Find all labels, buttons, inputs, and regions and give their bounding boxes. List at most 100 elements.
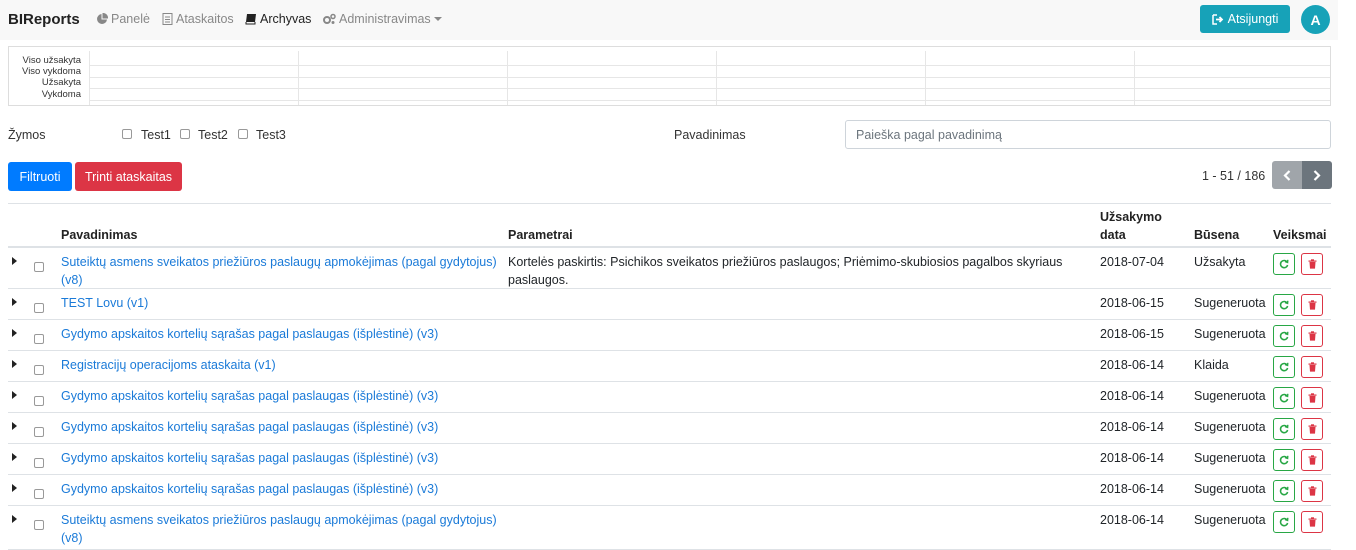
report-name-link[interactable]: Suteiktų asmens sveikatos priežiūros pas… bbox=[61, 511, 501, 547]
tag-checkbox-test2[interactable] bbox=[180, 129, 190, 139]
expand-row-icon[interactable] bbox=[12, 453, 17, 461]
chevron-right-icon bbox=[1313, 169, 1321, 181]
expand-row-icon[interactable] bbox=[12, 360, 17, 368]
expand-row-icon[interactable] bbox=[12, 422, 17, 430]
report-status: Klaida bbox=[1194, 358, 1229, 372]
filter-button[interactable]: Filtruoti bbox=[8, 162, 72, 191]
report-name-link[interactable]: Suteiktų asmens sveikatos priežiūros pas… bbox=[61, 253, 501, 289]
table-row: Gydymo apskaitos kortelių sąrašas pagal … bbox=[8, 413, 1331, 444]
grid-line bbox=[89, 100, 1330, 101]
expand-row-icon[interactable] bbox=[12, 484, 17, 492]
tag-label: Test2 bbox=[198, 128, 228, 142]
order-date: 2018-06-14 bbox=[1100, 358, 1164, 372]
delete-report-button[interactable] bbox=[1301, 387, 1323, 409]
row-checkbox[interactable] bbox=[34, 396, 44, 406]
regenerate-button[interactable] bbox=[1273, 325, 1295, 347]
refresh-icon bbox=[1279, 455, 1289, 465]
report-name-link[interactable]: Gydymo apskaitos kortelių sąrašas pagal … bbox=[61, 418, 501, 436]
tag-label: Test3 bbox=[256, 128, 286, 142]
grid-line bbox=[925, 51, 926, 105]
regenerate-button[interactable] bbox=[1273, 253, 1295, 275]
nav-ataskaitos[interactable]: Ataskaitos bbox=[162, 12, 234, 26]
order-date: 2018-06-14 bbox=[1100, 482, 1164, 496]
report-name-link[interactable]: Gydymo apskaitos kortelių sąrašas pagal … bbox=[61, 449, 501, 467]
regenerate-button[interactable] bbox=[1273, 418, 1295, 440]
brand-logo[interactable]: BIReports bbox=[8, 11, 80, 28]
report-name-link[interactable]: Registracijų operacijoms ataskaita (v1) bbox=[61, 356, 501, 374]
row-checkbox[interactable] bbox=[34, 427, 44, 437]
logout-button[interactable]: Atsijungti bbox=[1200, 5, 1290, 33]
expand-row-icon[interactable] bbox=[12, 391, 17, 399]
tag-checkbox-test1[interactable] bbox=[122, 129, 132, 139]
regenerate-button[interactable] bbox=[1273, 449, 1295, 471]
nav-archyvas[interactable]: Archyvas bbox=[245, 12, 311, 26]
report-name-link[interactable]: Gydymo apskaitos kortelių sąrašas pagal … bbox=[61, 480, 501, 498]
expand-row-icon[interactable] bbox=[12, 515, 17, 523]
order-date: 2018-06-15 bbox=[1100, 327, 1164, 341]
header-date-line2: data bbox=[1100, 228, 1126, 242]
row-checkbox[interactable] bbox=[34, 458, 44, 468]
regenerate-button[interactable] bbox=[1273, 480, 1295, 502]
row-checkbox[interactable] bbox=[34, 365, 44, 375]
book-icon bbox=[245, 14, 256, 25]
regenerate-button[interactable] bbox=[1273, 511, 1295, 533]
sign-out-icon bbox=[1211, 13, 1223, 25]
next-page-button[interactable] bbox=[1302, 161, 1332, 189]
delete-report-button[interactable] bbox=[1301, 418, 1323, 440]
delete-report-button[interactable] bbox=[1301, 253, 1323, 275]
nav-label: Archyvas bbox=[260, 12, 312, 26]
tag-checkbox-test3[interactable] bbox=[238, 129, 248, 139]
grid-line bbox=[1134, 51, 1135, 105]
refresh-icon bbox=[1279, 517, 1289, 527]
refresh-icon bbox=[1279, 362, 1289, 372]
search-input[interactable] bbox=[845, 120, 1331, 149]
row-checkbox[interactable] bbox=[34, 489, 44, 499]
row-checkbox[interactable] bbox=[34, 334, 44, 344]
delete-report-button[interactable] bbox=[1301, 480, 1323, 502]
pie-chart-icon bbox=[97, 13, 108, 24]
regenerate-button[interactable] bbox=[1273, 294, 1295, 316]
grid-line bbox=[89, 77, 1330, 78]
report-status: Sugeneruota bbox=[1194, 451, 1266, 465]
table-row: Gydymo apskaitos kortelių sąrašas pagal … bbox=[8, 444, 1331, 475]
expand-row-icon[interactable] bbox=[12, 329, 17, 337]
row-checkbox[interactable] bbox=[34, 520, 44, 530]
delete-report-button[interactable] bbox=[1301, 449, 1323, 471]
trash-icon bbox=[1308, 424, 1316, 434]
expand-row-icon[interactable] bbox=[12, 257, 17, 265]
table-row: Gydymo apskaitos kortelių sąrašas pagal … bbox=[8, 320, 1331, 351]
report-status: Sugeneruota bbox=[1194, 327, 1266, 341]
expand-row-icon[interactable] bbox=[12, 298, 17, 306]
regenerate-button[interactable] bbox=[1273, 387, 1295, 409]
trash-icon bbox=[1308, 331, 1316, 341]
avatar[interactable]: A bbox=[1301, 5, 1330, 34]
nav-panele[interactable]: Panelė bbox=[96, 12, 150, 26]
report-params: Kortelės paskirtis: Psichikos sveikatos … bbox=[508, 255, 1063, 287]
trash-icon bbox=[1308, 300, 1316, 310]
summary-label: Viso vykdoma bbox=[22, 66, 81, 77]
row-checkbox[interactable] bbox=[34, 262, 44, 272]
regenerate-button[interactable] bbox=[1273, 356, 1295, 378]
prev-page-button[interactable] bbox=[1272, 161, 1302, 189]
delete-report-button[interactable] bbox=[1301, 511, 1323, 533]
trash-icon bbox=[1308, 517, 1316, 527]
trash-icon bbox=[1308, 259, 1316, 269]
nav-administravimas[interactable]: Administravimas bbox=[323, 12, 442, 26]
report-name-link[interactable]: Gydymo apskaitos kortelių sąrašas pagal … bbox=[61, 325, 501, 343]
report-name-link[interactable]: Gydymo apskaitos kortelių sąrašas pagal … bbox=[61, 387, 501, 405]
order-date: 2018-06-14 bbox=[1100, 451, 1164, 465]
refresh-icon bbox=[1279, 424, 1289, 434]
delete-reports-button[interactable]: Trinti ataskaitas bbox=[75, 162, 182, 191]
tag-label: Test1 bbox=[141, 128, 171, 142]
delete-report-button[interactable] bbox=[1301, 325, 1323, 347]
refresh-icon bbox=[1279, 300, 1289, 310]
grid-line bbox=[507, 51, 508, 105]
delete-report-button[interactable] bbox=[1301, 294, 1323, 316]
report-name-link[interactable]: TEST Lovu (v1) bbox=[61, 294, 501, 312]
report-status: Užsakyta bbox=[1194, 255, 1246, 269]
summary-chart: Viso užsakyta Viso vykdoma Užsakyta Vykd… bbox=[8, 46, 1331, 106]
delete-report-button[interactable] bbox=[1301, 356, 1323, 378]
summary-label: Užsakyta bbox=[41, 77, 81, 88]
row-checkbox[interactable] bbox=[34, 303, 44, 313]
grid-line bbox=[716, 51, 717, 105]
